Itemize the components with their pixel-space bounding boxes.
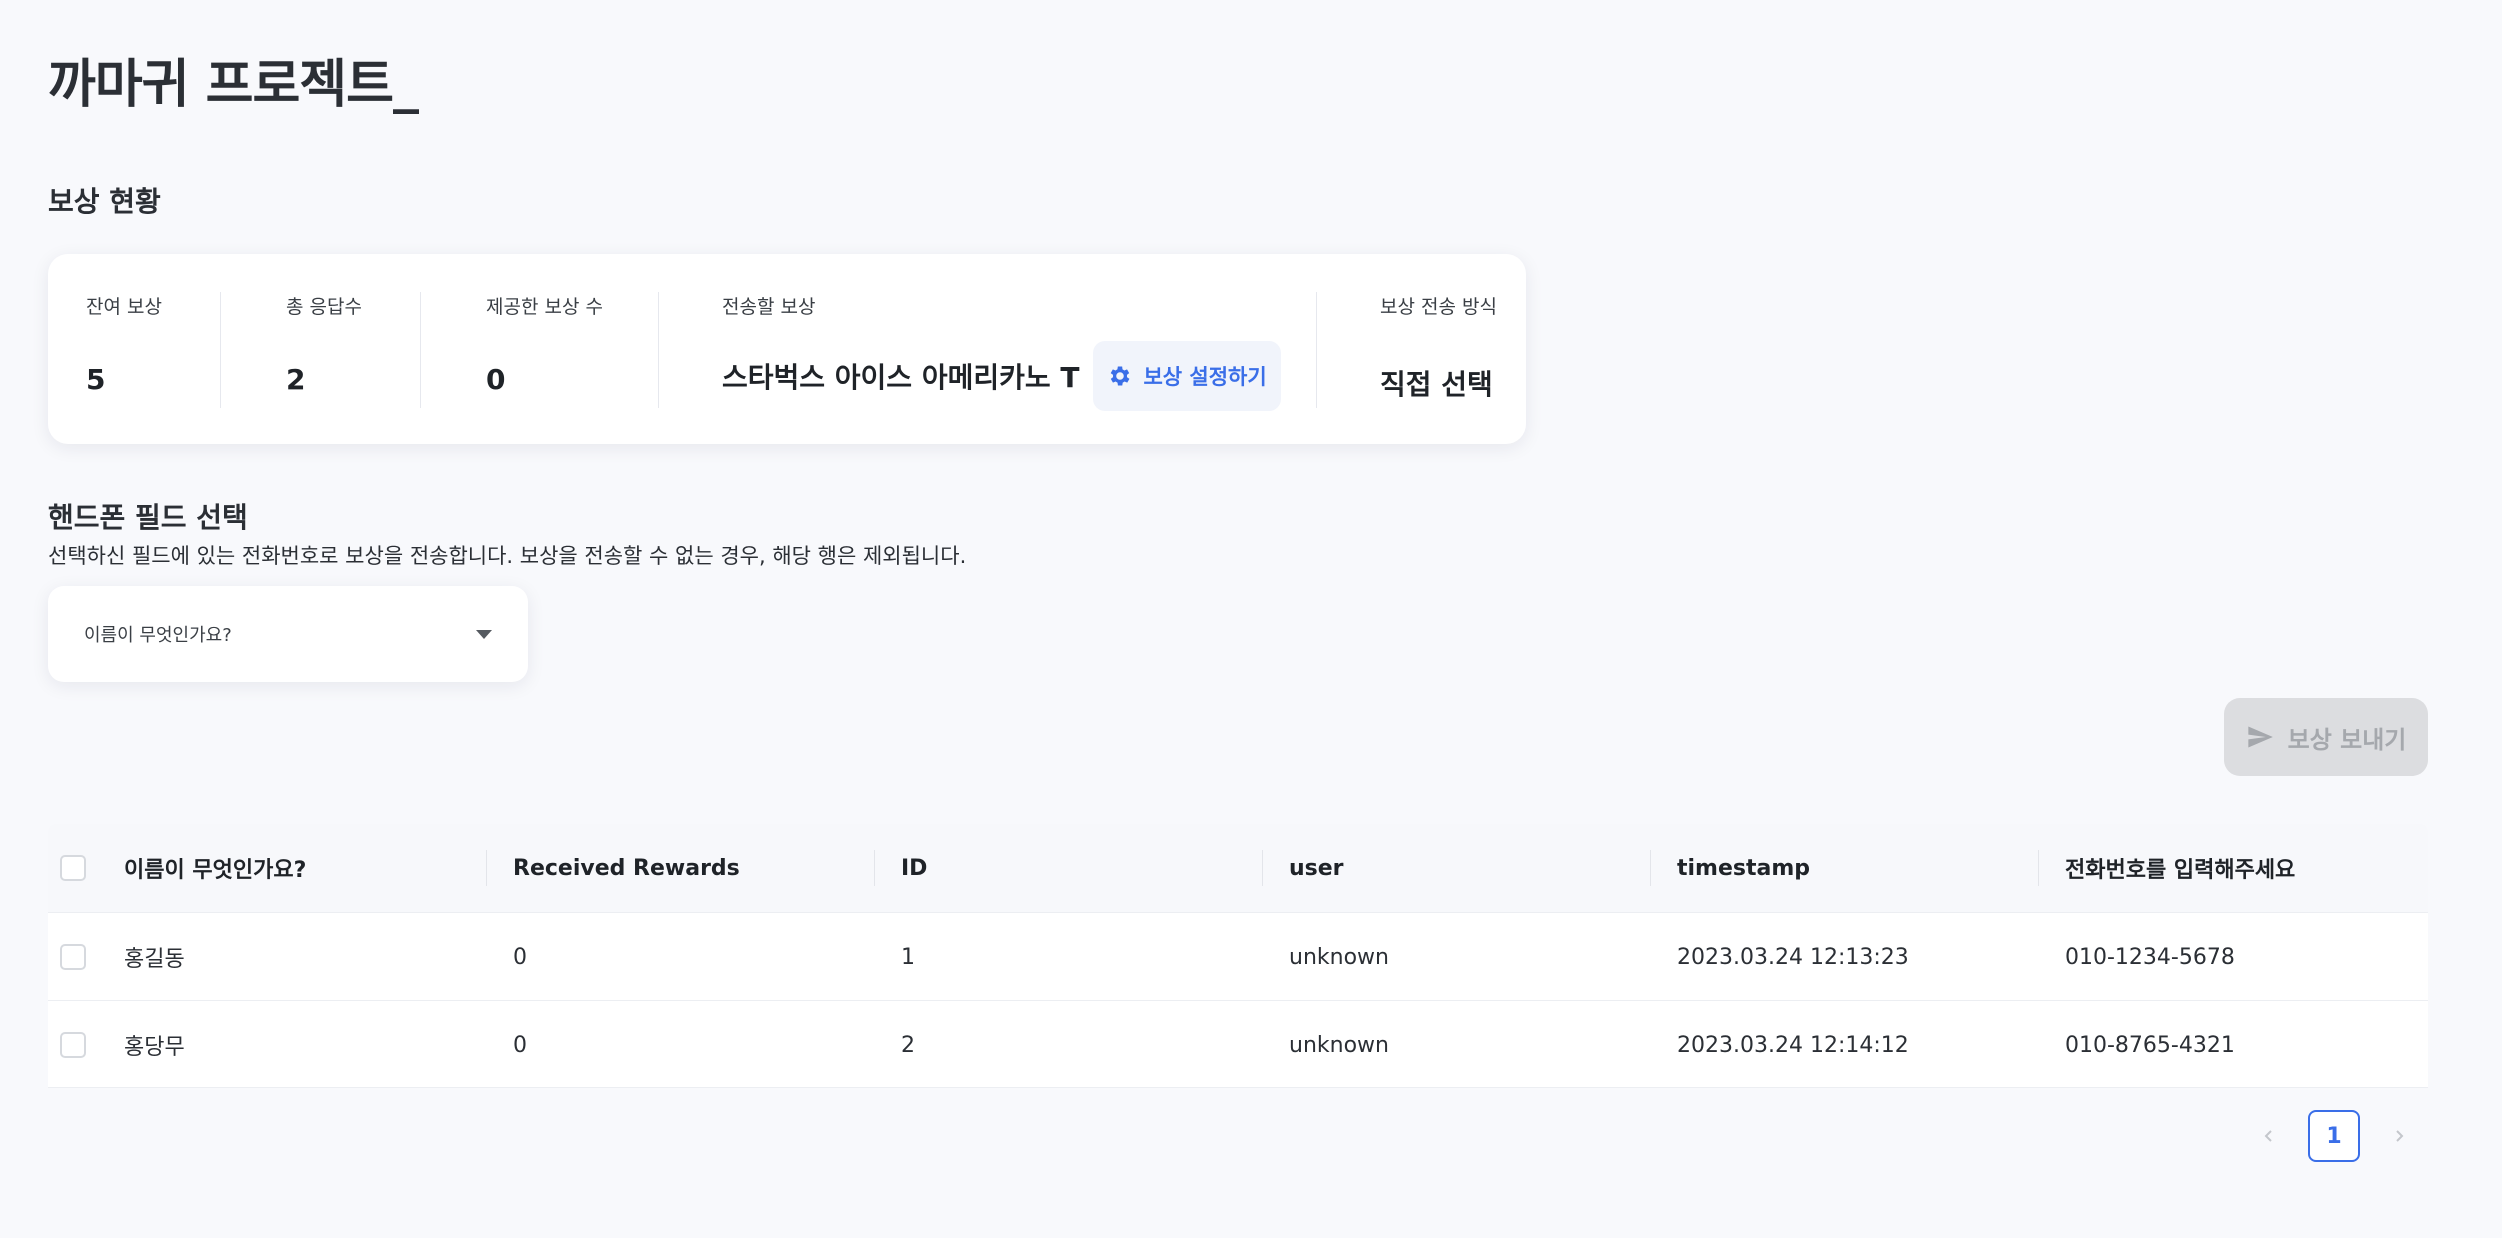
table-cell: 홍길동: [124, 947, 185, 972]
stat-divider: [220, 292, 221, 408]
select-all-checkbox[interactable]: [60, 855, 86, 881]
column-separator: [1650, 850, 1651, 886]
row-select-cell: [60, 1001, 86, 1089]
page-number-current[interactable]: 1: [2308, 1110, 2360, 1162]
stat-provided: 제공한 보상 수 0: [486, 292, 603, 396]
reward-status-card: 잔여 보상 5 총 응답수 2 제공한 보상 수 0 전송할 보상 스타벅스 아…: [48, 254, 1526, 444]
table-cell: 2023.03.24 12:14:12: [1677, 1032, 1909, 1058]
phone-field-title: 핸드폰 필드 선택: [48, 501, 248, 534]
gear-icon: [1111, 366, 1130, 386]
chevron-right-icon[interactable]: [2386, 1123, 2412, 1149]
table-cell: 2: [901, 1032, 915, 1058]
send-reward-label: 보상 보내기: [2287, 725, 2407, 754]
table-header-row: 이름이 무엇인가요? Received Rewards ID user time…: [48, 824, 2428, 912]
stat-send-method-label: 보상 전송 방식: [1380, 296, 1497, 318]
column-separator: [2038, 850, 2039, 886]
table-cell: 010-1234-5678: [2065, 944, 2235, 970]
reward-settings-button[interactable]: 보상 설정하기: [1093, 341, 1281, 411]
table-cell: 1: [901, 944, 915, 970]
column-separator: [874, 850, 875, 886]
column-header[interactable]: user: [1289, 824, 1344, 912]
stat-total-responses-label: 총 응답수: [286, 296, 362, 318]
column-separator: [1262, 850, 1263, 886]
stat-remaining-label: 잔여 보상: [86, 296, 162, 318]
stat-provided-label: 제공한 보상 수: [486, 296, 603, 318]
stat-total-responses: 총 응답수 2: [286, 292, 362, 396]
stat-divider: [420, 292, 421, 408]
table-cell: unknown: [1289, 1032, 1389, 1058]
row-select-cell: [60, 913, 86, 1001]
table-cell: 홍당무: [124, 1035, 185, 1060]
chevron-left-icon[interactable]: [2256, 1123, 2282, 1149]
phone-field-description: 선택하신 필드에 있는 전화번호로 보상을 전송합니다. 보상을 전송할 수 없…: [48, 544, 967, 568]
column-header[interactable]: 이름이 무엇인가요?: [124, 824, 306, 912]
column-header[interactable]: Received Rewards: [513, 824, 740, 912]
stat-remaining-value: 5: [86, 363, 106, 396]
stat-divider: [658, 292, 659, 408]
reward-name-row: 스타벅스 아이스 아메리카노 T 보상 설정하기: [722, 341, 1281, 411]
project-title: 까마귀 프로젝트_: [48, 55, 419, 115]
stat-send-method-value: 직접 선택: [1380, 368, 1493, 401]
reward-status-title: 보상 현황: [48, 185, 161, 218]
phone-field-selected-value: 이름이 무엇인가요?: [84, 625, 232, 646]
table-row[interactable]: 홍길동 0 1 unknown 2023.03.24 12:13:23 010-…: [48, 912, 2428, 1000]
stat-send-method: 보상 전송 방식 직접 선택: [1380, 292, 1497, 403]
stat-total-responses-value: 2: [286, 363, 306, 396]
table-cell: 2023.03.24 12:13:23: [1677, 944, 1909, 970]
stat-divider: [1316, 292, 1317, 408]
responses-table: 이름이 무엇인가요? Received Rewards ID user time…: [48, 824, 2428, 1088]
column-header[interactable]: timestamp: [1677, 824, 1810, 912]
row-checkbox[interactable]: [60, 944, 86, 970]
reward-settings-label: 보상 설정하기: [1143, 365, 1267, 389]
stat-provided-value: 0: [486, 363, 506, 396]
column-separator: [486, 850, 487, 886]
send-reward-button[interactable]: 보상 보내기: [2224, 698, 2428, 776]
column-header[interactable]: 전화번호를 입력해주세요: [2065, 824, 2295, 912]
table-cell: 0: [513, 944, 527, 970]
stat-remaining: 잔여 보상 5: [86, 292, 162, 396]
pagination: 1: [2256, 1110, 2412, 1162]
reward-name: 스타벅스 아이스 아메리카노 T: [722, 361, 1080, 394]
phone-field-select[interactable]: 이름이 무엇인가요?: [48, 586, 528, 682]
table-cell: unknown: [1289, 944, 1389, 970]
table-cell: 010-8765-4321: [2065, 1032, 2235, 1058]
column-header[interactable]: ID: [901, 824, 927, 912]
stat-reward-to-send-label: 전송할 보상: [722, 296, 816, 318]
select-all-cell: [60, 824, 86, 912]
caret-down-icon: [476, 629, 492, 639]
stat-reward-to-send: 전송할 보상 스타벅스 아이스 아메리카노 T 보상 설정하기: [722, 292, 1281, 411]
table-cell: 0: [513, 1032, 527, 1058]
send-icon: [2247, 726, 2273, 748]
reward-page: 까마귀 프로젝트_ 보상 현황 잔여 보상 5 총 응답수 2 제공한 보상 수…: [0, 0, 2502, 1238]
row-checkbox[interactable]: [60, 1032, 86, 1058]
table-row[interactable]: 홍당무 0 2 unknown 2023.03.24 12:14:12 010-…: [48, 1000, 2428, 1088]
